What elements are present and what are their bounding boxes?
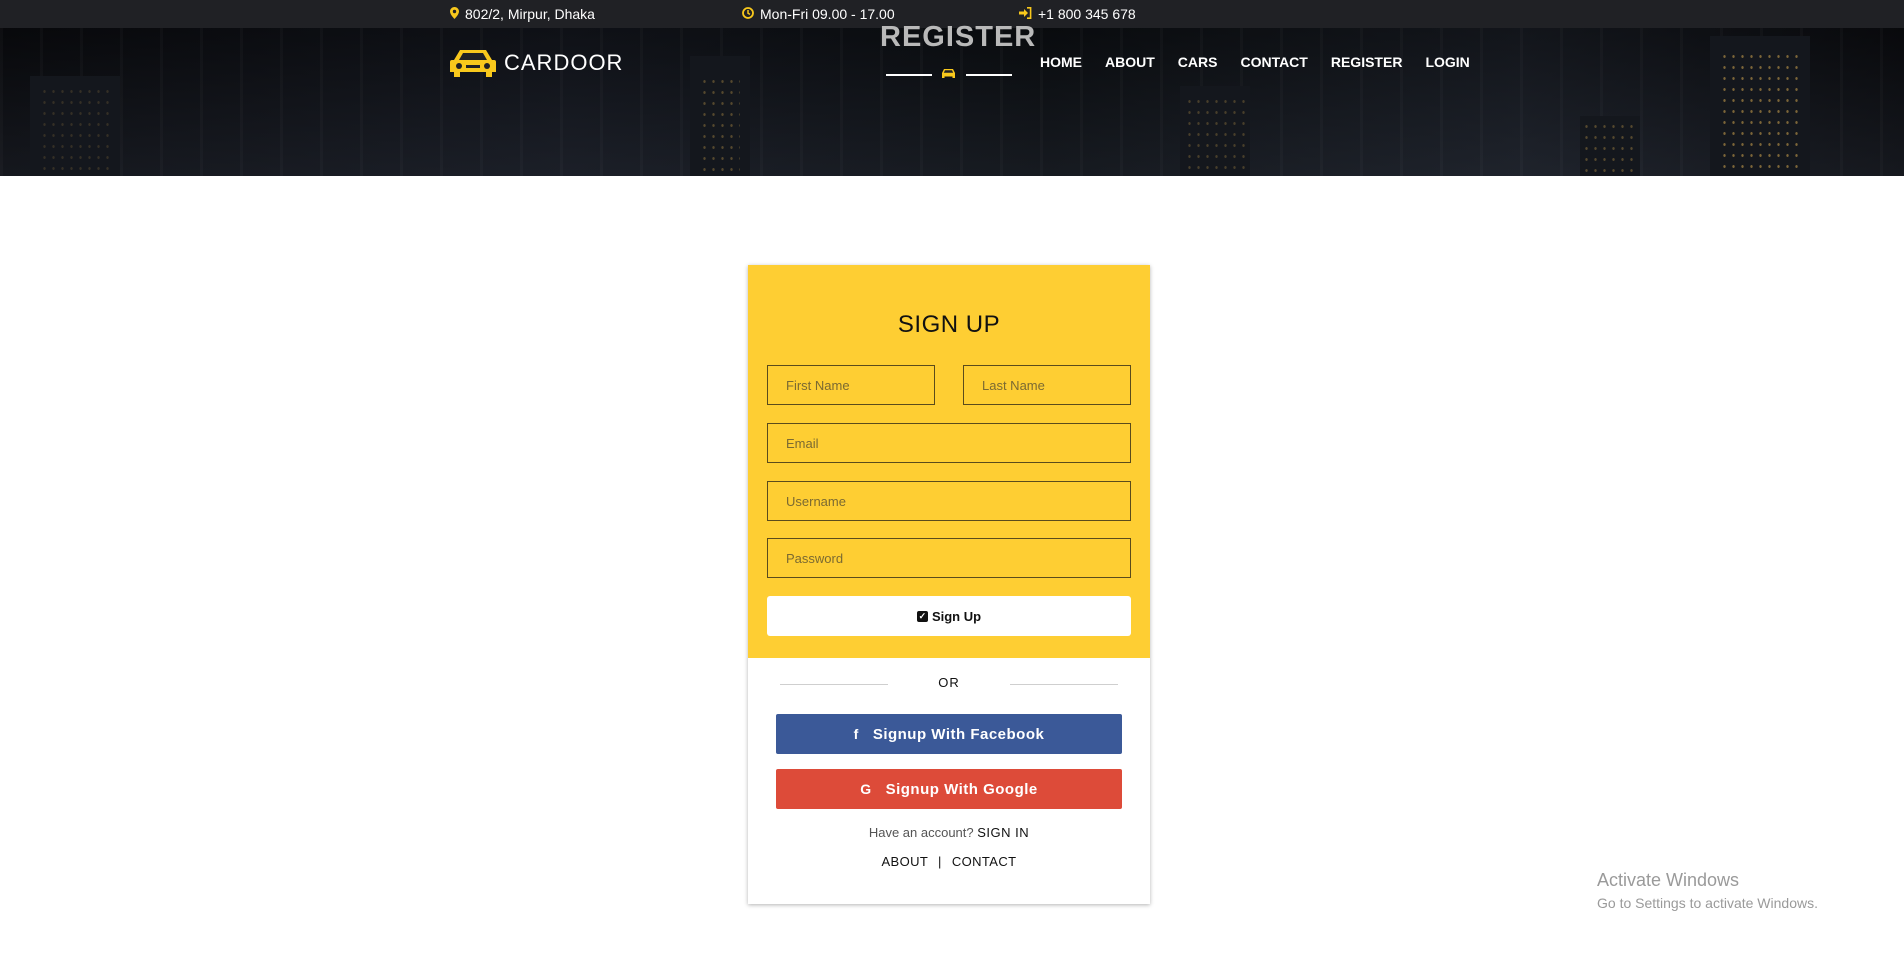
- signup-form-panel: SIGN UP ✓ Sign Up: [748, 265, 1150, 658]
- link-separator: |: [938, 854, 942, 869]
- google-icon: G: [860, 781, 872, 797]
- username-field[interactable]: [767, 481, 1131, 521]
- activate-windows-watermark: Activate Windows Go to Settings to activ…: [1597, 870, 1818, 911]
- car-icon: [941, 67, 956, 82]
- window-lights: [1582, 121, 1638, 176]
- nav-about[interactable]: ABOUT: [1105, 54, 1155, 70]
- sign-in-link[interactable]: SIGN IN: [977, 825, 1029, 840]
- map-marker-icon: [450, 6, 459, 22]
- password-field[interactable]: [767, 538, 1131, 578]
- or-divider-right: [1010, 684, 1118, 685]
- address-text: 802/2, Mirpur, Dhaka: [465, 6, 595, 22]
- phone-info: +1 800 345 678: [1019, 0, 1136, 28]
- or-label: OR: [938, 675, 960, 690]
- about-link[interactable]: ABOUT: [881, 854, 928, 869]
- hours-text: Mon-Fri 09.00 - 17.00: [760, 6, 895, 22]
- sign-up-button-label: Sign Up: [931, 608, 982, 624]
- check-square-icon: ✓: [916, 610, 928, 622]
- signup-heading: SIGN UP: [897, 311, 1001, 338]
- clock-icon: [742, 6, 754, 22]
- watermark-subtitle: Go to Settings to activate Windows.: [1597, 895, 1818, 911]
- window-lights: [1185, 96, 1245, 176]
- signup-facebook-button[interactable]: f Signup With Facebook: [776, 714, 1122, 754]
- nav-cars[interactable]: CARS: [1178, 54, 1218, 70]
- hours-info: Mon-Fri 09.00 - 17.00: [742, 0, 895, 28]
- email-field[interactable]: [767, 423, 1131, 463]
- nav-home[interactable]: HOME: [1040, 54, 1082, 70]
- window-lights: [700, 76, 740, 176]
- sign-up-button[interactable]: ✓ Sign Up: [767, 596, 1131, 636]
- signup-card: SIGN UP ✓ Sign Up OR f Signup With Faceb…: [748, 265, 1150, 904]
- facebook-icon: f: [853, 726, 859, 742]
- nav-contact[interactable]: CONTACT: [1240, 54, 1307, 70]
- page-title: REGISTER: [880, 21, 1037, 53]
- address-info: 802/2, Mirpur, Dhaka: [450, 0, 595, 28]
- brand-name: CARDOOR: [504, 50, 624, 75]
- main-nav: HOME ABOUT CARS CONTACT REGISTER LOGIN: [1040, 54, 1493, 70]
- window-lights: [40, 86, 110, 176]
- title-divider: [886, 66, 1012, 80]
- brand-logo[interactable]: CARDOOR: [450, 46, 623, 80]
- facebook-button-label: Signup With Facebook: [872, 725, 1045, 743]
- footer-links: ABOUT | CONTACT: [748, 854, 1150, 869]
- signup-google-button[interactable]: G Signup With Google: [776, 769, 1122, 809]
- car-logo-icon: [450, 46, 496, 80]
- divider-line: [886, 74, 932, 76]
- last-name-field[interactable]: [963, 365, 1131, 405]
- google-button-label: Signup With Google: [885, 780, 1038, 798]
- first-name-field[interactable]: [767, 365, 935, 405]
- window-lights: [1720, 51, 1800, 176]
- contact-link[interactable]: CONTACT: [952, 854, 1017, 869]
- nav-login[interactable]: LOGIN: [1425, 54, 1469, 70]
- nav-register[interactable]: REGISTER: [1331, 54, 1403, 70]
- phone-text: +1 800 345 678: [1038, 6, 1136, 22]
- divider-line: [966, 74, 1012, 76]
- sign-in-icon: [1019, 6, 1032, 22]
- have-account-text: Have an account? SIGN IN: [748, 825, 1150, 840]
- have-account-label: Have an account?: [868, 825, 974, 840]
- watermark-title: Activate Windows: [1597, 870, 1740, 890]
